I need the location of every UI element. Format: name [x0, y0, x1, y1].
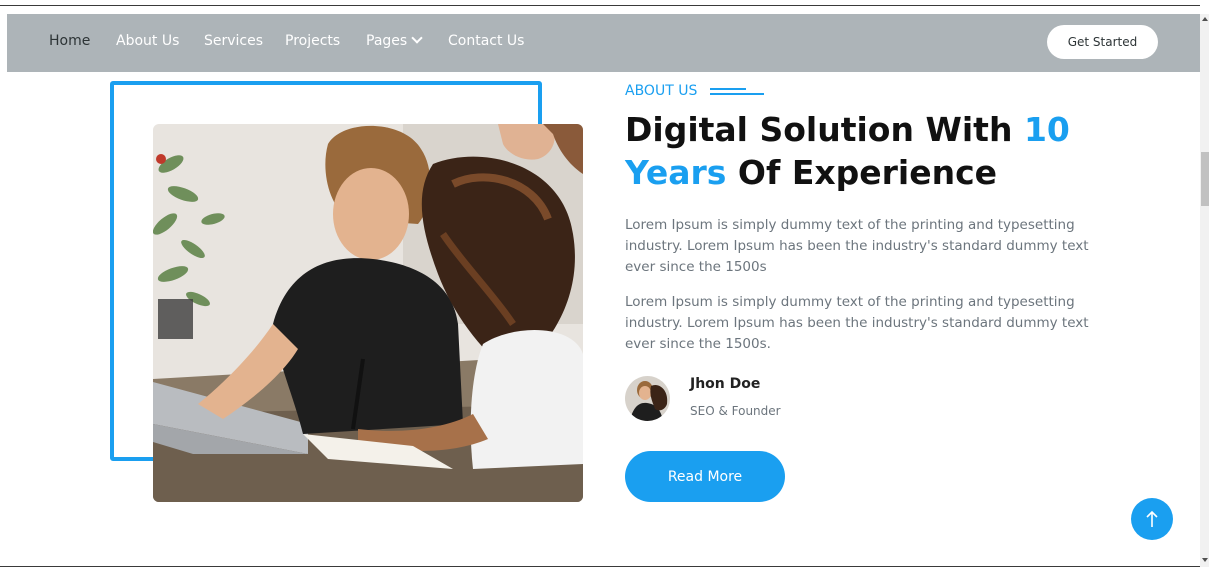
paragraph-1: Lorem Ipsum is simply dummy text of the … [625, 217, 1089, 275]
nav-projects[interactable]: Projects [285, 33, 340, 49]
about-photo [153, 124, 583, 502]
scrollbar-thumb[interactable] [1201, 152, 1209, 206]
back-to-top-button[interactable] [1131, 498, 1173, 540]
section-headline: Digital Solution With 10 Years Of Experi… [625, 108, 1085, 194]
nav-services[interactable]: Services [204, 33, 263, 49]
nav-pages-label: Pages [366, 33, 408, 49]
author-role: SEO & Founder [690, 404, 781, 418]
scroll-up-arrow-icon[interactable] [1202, 17, 1208, 21]
navbar: Home About Us Services Projects Pages Co… [7, 14, 1200, 72]
chevron-down-icon [411, 32, 423, 44]
headline-part-1: Digital Solution With [625, 110, 1024, 149]
get-started-button[interactable]: Get Started [1047, 25, 1158, 59]
avatar [625, 376, 670, 421]
paragraph-2: Lorem Ipsum is simply dummy text of the … [625, 294, 1089, 352]
nav-contact-us[interactable]: Contact Us [448, 33, 524, 49]
author-name: Jhon Doe [690, 376, 761, 392]
window-top-edge [0, 5, 1200, 6]
nav-about-us[interactable]: About Us [116, 33, 179, 49]
headline-accent-years: Years [625, 153, 727, 192]
scroll-down-arrow-icon[interactable] [1202, 558, 1208, 562]
headline-accent-number: 10 [1023, 110, 1070, 149]
headline-part-2: Of Experience [726, 153, 998, 192]
arrow-up-icon [1146, 510, 1158, 527]
nav-home[interactable]: Home [49, 33, 90, 49]
section-eyebrow: ABOUT US [625, 83, 765, 99]
eyebrow-label: ABOUT US [625, 83, 698, 99]
nav-pages[interactable]: Pages [366, 32, 423, 49]
page-viewport: Home About Us Services Projects Pages Co… [0, 0, 1209, 567]
scrollbar-track[interactable] [1200, 14, 1209, 567]
eyebrow-decoration [710, 87, 765, 95]
read-more-button[interactable]: Read More [625, 451, 785, 502]
